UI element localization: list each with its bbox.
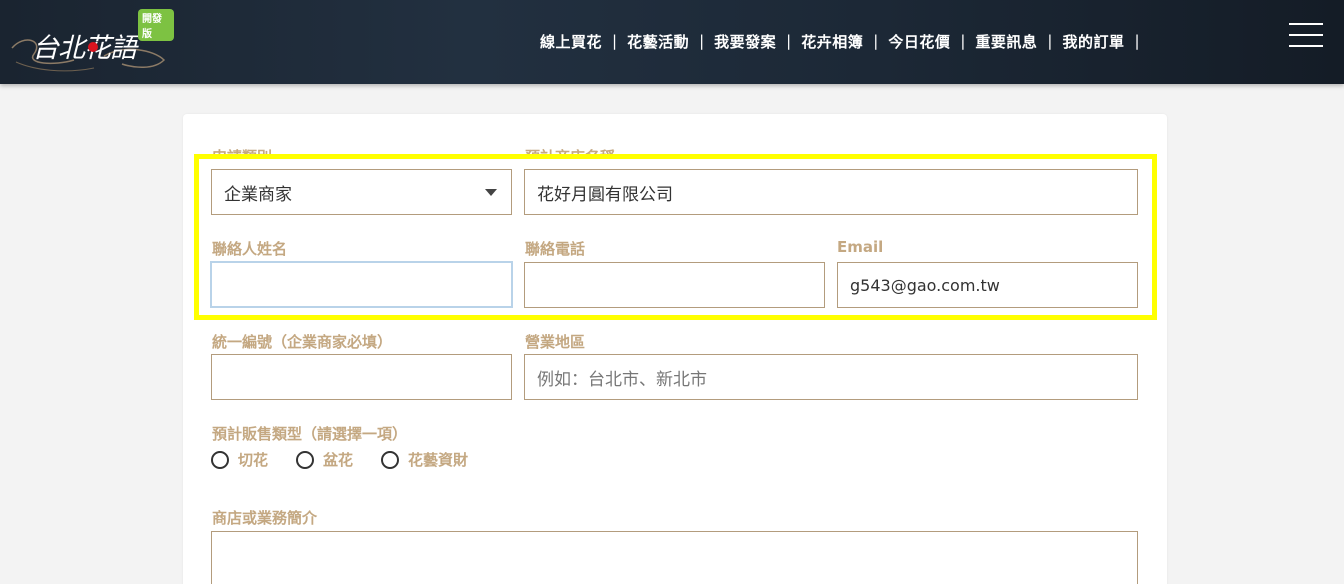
nav-item-news[interactable]: 重要訊息 <box>975 31 1037 52</box>
contact-phone-label: 聯絡電話 <box>525 240 586 258</box>
sales-type-label: 預計販售類型（請選擇一項） <box>212 425 408 443</box>
main-nav: 線上買花 | 花藝活動 | 我要發案 | 花卉相簿 | 今日花價 | 重要訊息 … <box>540 30 1150 52</box>
radio-option-cut-flowers[interactable]: 切花 <box>211 449 268 470</box>
nav-separator: | <box>699 32 705 50</box>
logo-text: 台北花語 <box>32 33 137 64</box>
site-header: 台北花語 開發版 線上買花 | 花藝活動 | 我要發案 | 花卉相簿 | 今日花… <box>0 0 1344 84</box>
dropdown-arrow-icon <box>485 189 497 196</box>
tax-id-label: 統一編號（企業商家必填） <box>212 333 393 351</box>
shop-name-value: 花好月圓有限公司 <box>537 184 673 205</box>
nav-item-post-case[interactable]: 我要發案 <box>714 31 776 52</box>
radio-potted-plants[interactable] <box>296 450 314 469</box>
nav-separator: | <box>1047 32 1053 50</box>
apply-type-value: 企業商家 <box>224 184 292 205</box>
region-input[interactable]: 例如：台北市、新北市 <box>524 354 1138 400</box>
nav-separator: | <box>612 32 618 50</box>
hamburger-icon[interactable] <box>1289 22 1323 48</box>
radio-option-potted-plants[interactable]: 盆花 <box>296 449 353 470</box>
shop-name-label: 預計商店名稱 <box>525 146 615 154</box>
nav-item-buy-flowers[interactable]: 線上買花 <box>540 31 602 52</box>
contact-name-label: 聯絡人姓名 <box>212 240 288 258</box>
intro-label: 商店或業務簡介 <box>212 509 318 527</box>
contact-name-input[interactable] <box>210 261 513 308</box>
email-value: g543@gao.com.tw <box>850 275 1000 295</box>
apply-type-select[interactable]: 企業商家 <box>211 169 512 215</box>
dev-badge: 開發版 <box>138 9 174 41</box>
radio-label-cut-flowers[interactable]: 切花 <box>238 449 268 470</box>
apply-type-label: 申請類別 <box>212 146 272 154</box>
radio-label-potted-plants[interactable]: 盆花 <box>323 449 353 470</box>
radio-cut-flowers[interactable] <box>211 450 229 469</box>
nav-item-flower-album[interactable]: 花卉相簿 <box>801 31 863 52</box>
nav-item-floral-events[interactable]: 花藝活動 <box>627 31 689 52</box>
nav-item-today-price[interactable]: 今日花價 <box>888 31 950 52</box>
nav-separator: | <box>873 32 879 50</box>
nav-separator: | <box>1134 32 1140 50</box>
radio-floral-supplies[interactable] <box>381 450 399 469</box>
region-placeholder: 例如：台北市、新北市 <box>537 369 707 390</box>
email-input[interactable]: g543@gao.com.tw <box>837 262 1138 308</box>
logo-flower-icon <box>88 42 98 52</box>
nav-separator: | <box>960 32 966 50</box>
radio-option-floral-supplies[interactable]: 花藝資財 <box>381 449 468 470</box>
region-label: 營業地區 <box>525 333 586 351</box>
tax-id-input[interactable] <box>211 354 512 400</box>
nav-separator: | <box>786 32 792 50</box>
intro-textarea[interactable] <box>211 531 1138 584</box>
radio-label-floral-supplies[interactable]: 花藝資財 <box>408 449 468 470</box>
contact-phone-input[interactable] <box>524 262 825 308</box>
shop-name-input[interactable]: 花好月圓有限公司 <box>524 169 1138 215</box>
site-logo[interactable]: 台北花語 開發版 <box>4 4 174 76</box>
nav-item-my-orders[interactable]: 我的訂單 <box>1062 31 1124 52</box>
email-label: Email <box>837 238 884 256</box>
